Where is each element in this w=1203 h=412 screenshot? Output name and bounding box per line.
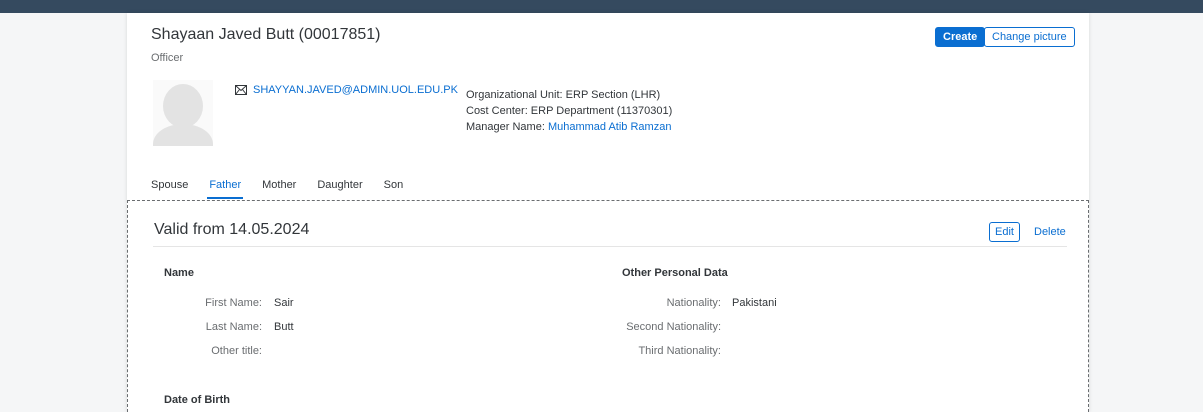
email-link[interactable]: SHAYYAN.JAVED@ADMIN.UOL.EDU.PK [235, 84, 458, 96]
tab-mother[interactable]: Mother [262, 179, 296, 199]
employee-position: Officer [151, 52, 184, 64]
last-name-value: Butt [274, 321, 294, 333]
avatar-body [153, 124, 213, 146]
last-name-label: Last Name: [205, 321, 262, 333]
cost-center: Cost Center: ERP Department (11370301) [466, 105, 673, 117]
avatar [153, 80, 213, 146]
date-of-birth-title: Date of Birth [164, 394, 230, 406]
first-name-label: First Name: [205, 297, 262, 309]
employee-name-title: Shayaan Javed Butt (00017851) [151, 26, 381, 43]
section-divider [153, 246, 1067, 247]
tab-son[interactable]: Son [384, 179, 404, 199]
shell-top-bar [0, 0, 1203, 13]
second-nationality-label: Second Nationality: [626, 321, 721, 333]
father-details-section: Valid from 14.05.2024 Edit Delete Name F… [127, 200, 1089, 412]
delete-button[interactable]: Delete [1030, 222, 1070, 242]
manager-link[interactable]: Muhammad Atib Ramzan [548, 121, 672, 133]
tab-daughter[interactable]: Daughter [317, 179, 362, 199]
manager-label: Manager Name: [466, 121, 545, 133]
org-info: Organizational Unit: ERP Section (LHR) C… [466, 87, 672, 135]
edit-button[interactable]: Edit [989, 222, 1020, 242]
validity-title: Valid from 14.05.2024 [154, 221, 310, 238]
first-name-value: Sair [274, 297, 294, 309]
employee-profile-page: Shayaan Javed Butt (00017851) Officer Cr… [127, 13, 1089, 412]
create-button[interactable]: Create [935, 27, 986, 47]
family-tabs: Spouse Father Mother Daughter Son [151, 179, 424, 199]
nationality-value: Pakistani [732, 297, 777, 309]
name-group-title: Name [164, 267, 194, 279]
third-nationality-label: Third Nationality: [638, 345, 721, 357]
tab-spouse[interactable]: Spouse [151, 179, 188, 199]
change-picture-button[interactable]: Change picture [984, 27, 1075, 47]
avatar-head [163, 84, 203, 128]
tab-father[interactable]: Father [207, 179, 243, 199]
nationality-label: Nationality: [666, 297, 721, 309]
org-unit: Organizational Unit: ERP Section (LHR) [466, 89, 661, 101]
email-text: SHAYYAN.JAVED@ADMIN.UOL.EDU.PK [253, 84, 458, 96]
other-personal-data-title: Other Personal Data [622, 267, 728, 279]
envelope-icon [235, 85, 247, 95]
other-title-label: Other title: [211, 345, 262, 357]
manager-row: Manager Name: Muhammad Atib Ramzan [466, 119, 672, 135]
